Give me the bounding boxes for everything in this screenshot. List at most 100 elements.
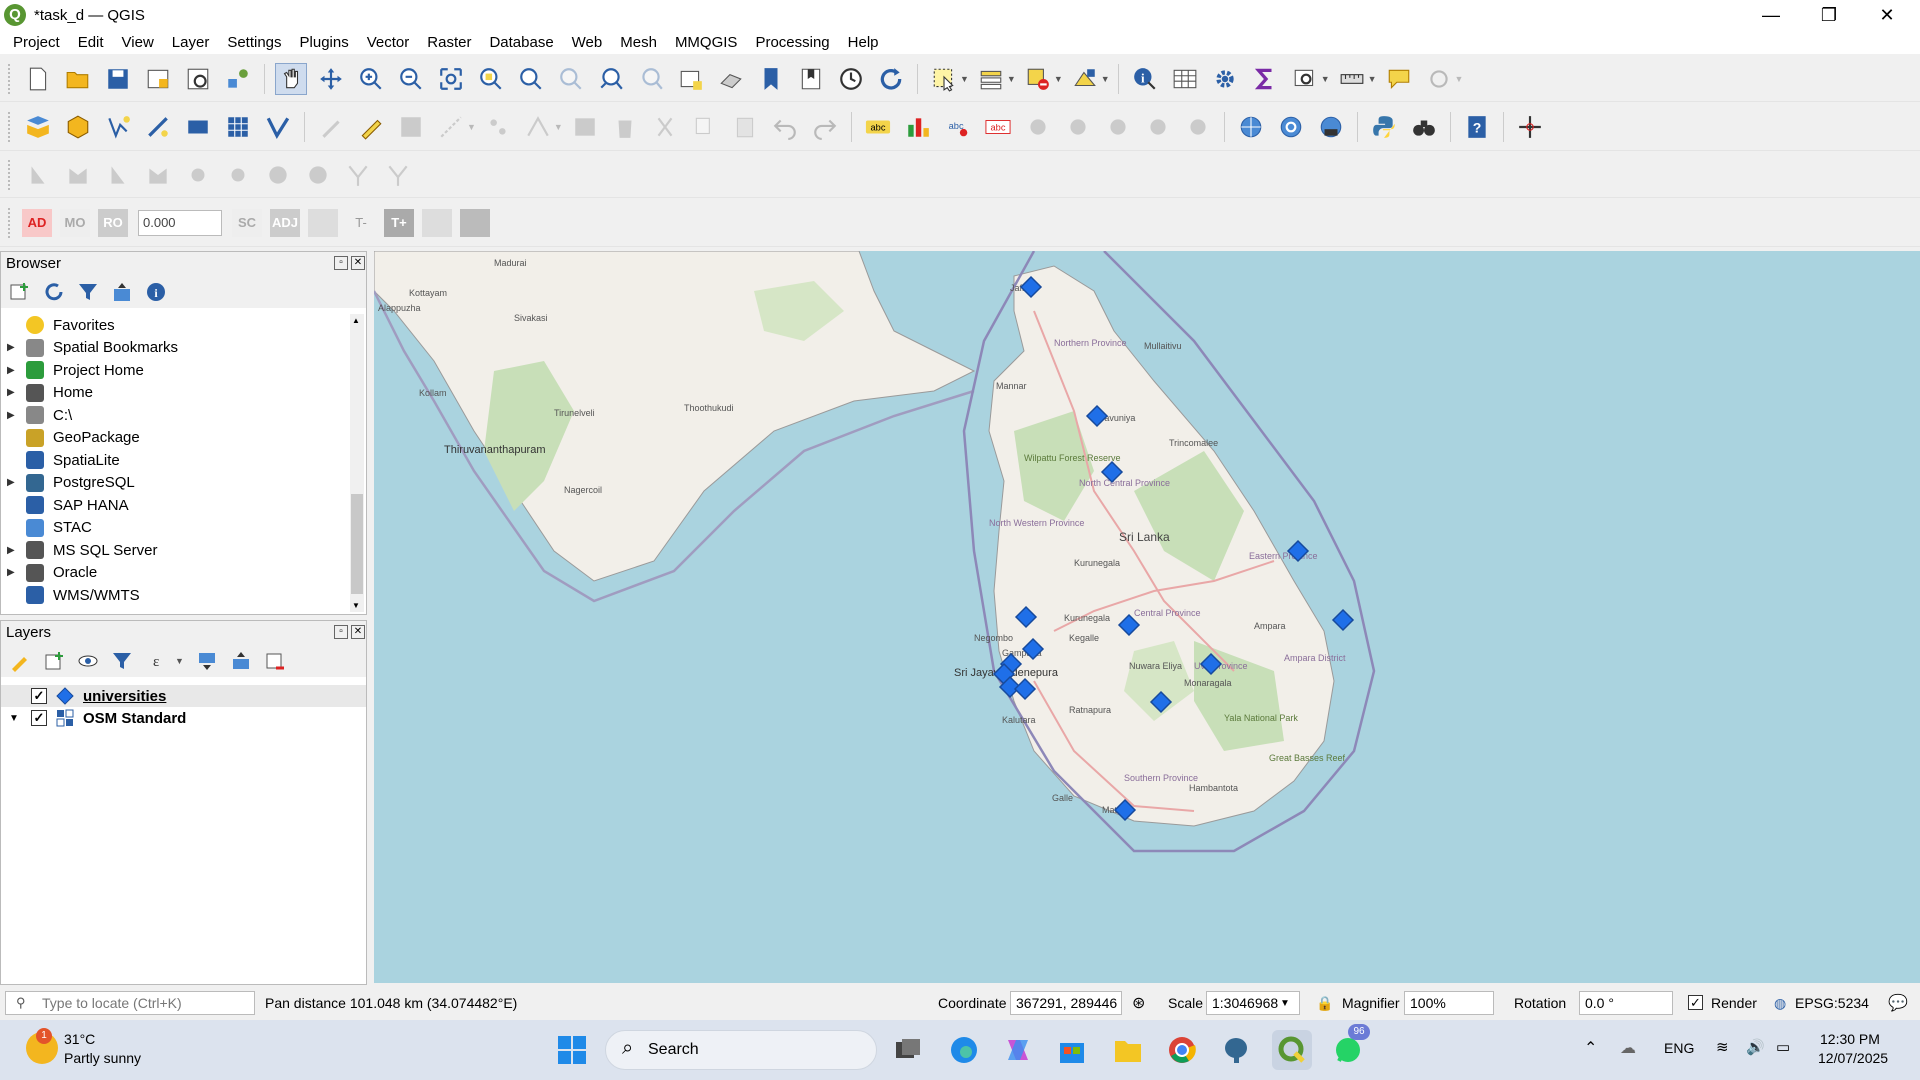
temporal-controller-icon[interactable] bbox=[835, 63, 867, 95]
layer-styling-icon[interactable] bbox=[9, 650, 31, 672]
add-group-icon[interactable] bbox=[43, 650, 65, 672]
toggle-editing-icon[interactable] bbox=[355, 111, 387, 143]
menu-database[interactable]: Database bbox=[480, 34, 562, 51]
menu-vector[interactable]: Vector bbox=[358, 34, 419, 51]
minimize-button[interactable]: — bbox=[1742, 0, 1800, 30]
restore-button[interactable]: ❐ bbox=[1800, 0, 1858, 30]
manage-visibility-icon[interactable] bbox=[77, 650, 99, 672]
language-indicator[interactable]: ENG bbox=[1664, 1040, 1694, 1056]
new-spatialite-layer-icon[interactable] bbox=[142, 111, 174, 143]
label-toolbar-icon[interactable]: abc bbox=[862, 111, 894, 143]
browser-scrollbar[interactable]: ▲ ▼ bbox=[350, 314, 364, 612]
new-3d-view-icon[interactable] bbox=[715, 63, 747, 95]
onedrive-cloud-icon[interactable]: ☁ bbox=[1620, 1038, 1636, 1058]
identify-features-icon[interactable]: i bbox=[1129, 63, 1161, 95]
map-canvas[interactable]: Kottayam Alappuzha Sivakasi Kollam Tirun… bbox=[374, 251, 1920, 983]
close-layers-panel-icon[interactable]: ✕ bbox=[351, 625, 365, 639]
tolerance-spinbox[interactable]: 0.000 bbox=[138, 209, 222, 236]
menu-mmqgis[interactable]: MMQGIS bbox=[666, 34, 747, 51]
browser-item[interactable]: ▶ PostgreSQL bbox=[1, 472, 347, 495]
float-panel-icon[interactable]: ▫ bbox=[334, 256, 348, 270]
show-hidden-icons-icon[interactable]: ⌃ bbox=[1584, 1038, 1597, 1058]
add-vector-layer-icon[interactable] bbox=[262, 111, 294, 143]
new-virtual-layer-icon[interactable] bbox=[182, 111, 214, 143]
layer-item-universities[interactable]: ✓ universities bbox=[1, 685, 366, 707]
close-button[interactable]: ✕ bbox=[1858, 0, 1916, 30]
magnifier-field[interactable]: 100% bbox=[1404, 991, 1494, 1015]
menu-mesh[interactable]: Mesh bbox=[611, 34, 666, 51]
expand-all-icon[interactable] bbox=[196, 650, 218, 672]
new-geopackage-layer-icon[interactable] bbox=[62, 111, 94, 143]
measure-line-icon[interactable] bbox=[1336, 63, 1368, 95]
taskbar-search-box[interactable]: ⌕ Search bbox=[605, 1030, 877, 1070]
browser-item[interactable]: SAP HANA bbox=[1, 494, 347, 517]
expand-arrow-icon[interactable]: ▼ bbox=[9, 713, 19, 724]
layer-visibility-checkbox[interactable]: ✓ bbox=[31, 710, 47, 726]
browser-item[interactable]: ▶ Home bbox=[1, 382, 347, 405]
new-project-icon[interactable] bbox=[22, 63, 54, 95]
menu-web[interactable]: Web bbox=[563, 34, 612, 51]
browser-item[interactable]: Favorites bbox=[1, 314, 347, 337]
close-panel-icon[interactable]: ✕ bbox=[351, 256, 365, 270]
select-features-icon[interactable] bbox=[928, 63, 960, 95]
deselect-features-icon[interactable] bbox=[1022, 63, 1054, 95]
expand-arrow-icon[interactable]: ▶ bbox=[7, 365, 15, 376]
rotation-field[interactable]: 0.0 ° bbox=[1579, 991, 1673, 1015]
filter-legend-icon[interactable] bbox=[111, 650, 133, 672]
attribute-table-icon[interactable] bbox=[1169, 63, 1201, 95]
menu-plugins[interactable]: Plugins bbox=[291, 34, 358, 51]
collapse-all-icon[interactable] bbox=[111, 281, 133, 303]
start-button-icon[interactable] bbox=[552, 1030, 592, 1070]
show-bookmarks-icon[interactable] bbox=[795, 63, 827, 95]
diagram-options-icon[interactable] bbox=[902, 111, 934, 143]
browser-item[interactable]: GeoPackage bbox=[1, 427, 347, 450]
zoom-to-selection-icon[interactable] bbox=[475, 63, 507, 95]
zoom-out-icon[interactable] bbox=[395, 63, 427, 95]
zoom-last-icon[interactable] bbox=[595, 63, 627, 95]
wifi-icon[interactable]: ≋ bbox=[1716, 1038, 1729, 1056]
show-hide-labels-icon[interactable]: abc bbox=[982, 111, 1014, 143]
browser-item[interactable]: WMS/WMTS bbox=[1, 584, 347, 607]
edge-browser-icon[interactable] bbox=[944, 1030, 984, 1070]
menu-raster[interactable]: Raster bbox=[418, 34, 480, 51]
browser-item[interactable]: SpatiaLite bbox=[1, 449, 347, 472]
measure-map-icon[interactable] bbox=[1289, 63, 1321, 95]
save-project-icon[interactable] bbox=[102, 63, 134, 95]
highlight-pinned-labels-icon[interactable]: abc bbox=[942, 111, 974, 143]
menu-project[interactable]: Project bbox=[4, 34, 69, 51]
new-print-layout-icon[interactable] bbox=[142, 63, 174, 95]
coordinate-field[interactable]: 367291, 289446 bbox=[1010, 991, 1122, 1015]
new-shapefile-layer-icon[interactable] bbox=[102, 111, 134, 143]
collapse-layers-icon[interactable] bbox=[230, 650, 252, 672]
layer-item-osm-standard[interactable]: ▼ ✓ OSM Standard bbox=[1, 707, 366, 729]
pan-to-selection-icon[interactable] bbox=[315, 63, 347, 95]
open-project-icon[interactable] bbox=[62, 63, 94, 95]
new-map-view-icon[interactable] bbox=[675, 63, 707, 95]
lock-scale-icon[interactable]: 🔒 bbox=[1316, 995, 1333, 1012]
volume-icon[interactable]: 🔊 bbox=[1746, 1038, 1765, 1056]
add-raster-layer-icon[interactable] bbox=[222, 111, 254, 143]
statistical-summary-icon[interactable] bbox=[1249, 63, 1281, 95]
float-layers-panel-icon[interactable]: ▫ bbox=[334, 625, 348, 639]
layer-visibility-checkbox[interactable]: ✓ bbox=[31, 688, 47, 704]
data-source-manager-icon[interactable] bbox=[22, 111, 54, 143]
task-view-icon[interactable] bbox=[888, 1030, 928, 1070]
postgresql-app-icon[interactable] bbox=[1216, 1030, 1256, 1070]
layout-manager-icon[interactable] bbox=[182, 63, 214, 95]
browser-item[interactable]: ▶ C:\ bbox=[1, 404, 347, 427]
new-bookmark-icon[interactable] bbox=[755, 63, 787, 95]
file-explorer-icon[interactable] bbox=[1108, 1030, 1148, 1070]
menu-processing[interactable]: Processing bbox=[746, 34, 838, 51]
chrome-icon[interactable] bbox=[1162, 1030, 1202, 1070]
style-manager-icon[interactable] bbox=[222, 63, 254, 95]
pan-map-icon[interactable] bbox=[275, 62, 307, 95]
browser-item[interactable]: ▶ Oracle bbox=[1, 562, 347, 585]
filter-browser-icon[interactable] bbox=[77, 281, 99, 303]
browser-item[interactable]: ▶ Spatial Bookmarks bbox=[1, 337, 347, 360]
zoom-in-icon[interactable] bbox=[355, 63, 387, 95]
binoculars-icon[interactable] bbox=[1408, 111, 1440, 143]
python-console-icon[interactable] bbox=[1368, 111, 1400, 143]
select-by-value-icon[interactable] bbox=[975, 63, 1007, 95]
ad-button[interactable]: AD bbox=[22, 208, 52, 237]
menu-help[interactable]: Help bbox=[839, 34, 888, 51]
